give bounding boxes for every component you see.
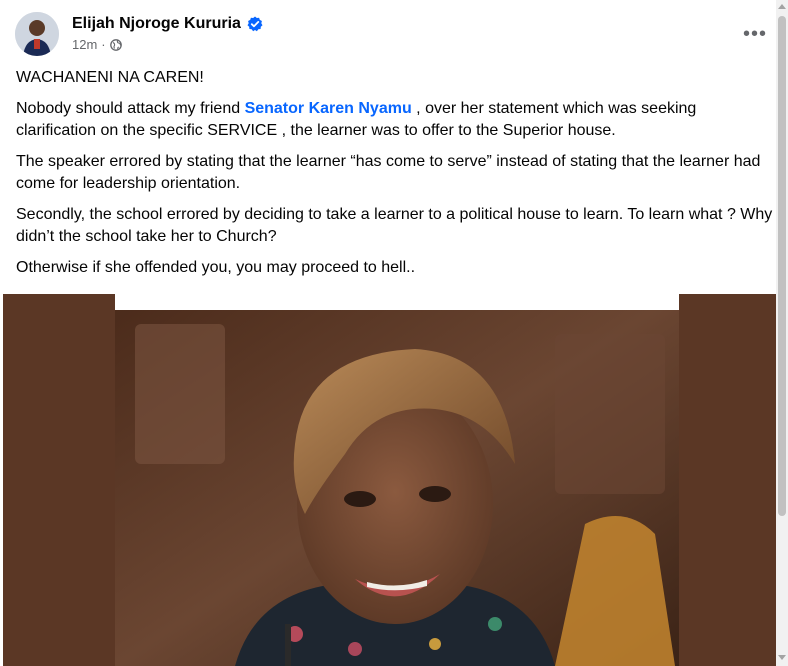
post-paragraph-2-start: Nobody should attack my friend	[16, 100, 245, 117]
post-timestamp[interactable]: 12m	[72, 37, 97, 52]
post-media[interactable]	[3, 294, 776, 666]
post-header: Elijah Njoroge Kururia 12m · •••	[15, 12, 775, 58]
post-meta: 12m ·	[72, 37, 122, 52]
author-name-text[interactable]: Elijah Njoroge Kururia	[72, 15, 241, 33]
more-options-icon[interactable]: •••	[741, 20, 769, 48]
verified-badge-icon	[247, 16, 263, 32]
page-scrollbar[interactable]	[776, 0, 788, 666]
post-paragraph-3: The speaker errored by stating that the …	[16, 153, 761, 192]
globe-icon[interactable]	[109, 38, 122, 51]
author-avatar[interactable]	[15, 12, 59, 56]
post-photo[interactable]	[115, 294, 679, 666]
author-name[interactable]: Elijah Njoroge Kururia	[72, 15, 263, 33]
meta-separator: ·	[101, 37, 106, 52]
post-paragraph-4: Secondly, the school errored by deciding…	[16, 206, 773, 245]
post-paragraph-5: Otherwise if she offended you, you may p…	[16, 259, 416, 276]
post-message: WACHANENI NA CAREN! Nobody should attack…	[16, 67, 776, 288]
scroll-down-icon[interactable]	[778, 655, 786, 660]
scrollbar-thumb[interactable]	[778, 16, 786, 516]
post-paragraph-1: WACHANENI NA CAREN!	[16, 69, 204, 86]
mention-link[interactable]: Senator Karen Nyamu	[245, 100, 412, 117]
scroll-up-icon[interactable]	[778, 4, 786, 9]
post-paragraph-2: Nobody should attack my friend Senator K…	[16, 98, 776, 142]
